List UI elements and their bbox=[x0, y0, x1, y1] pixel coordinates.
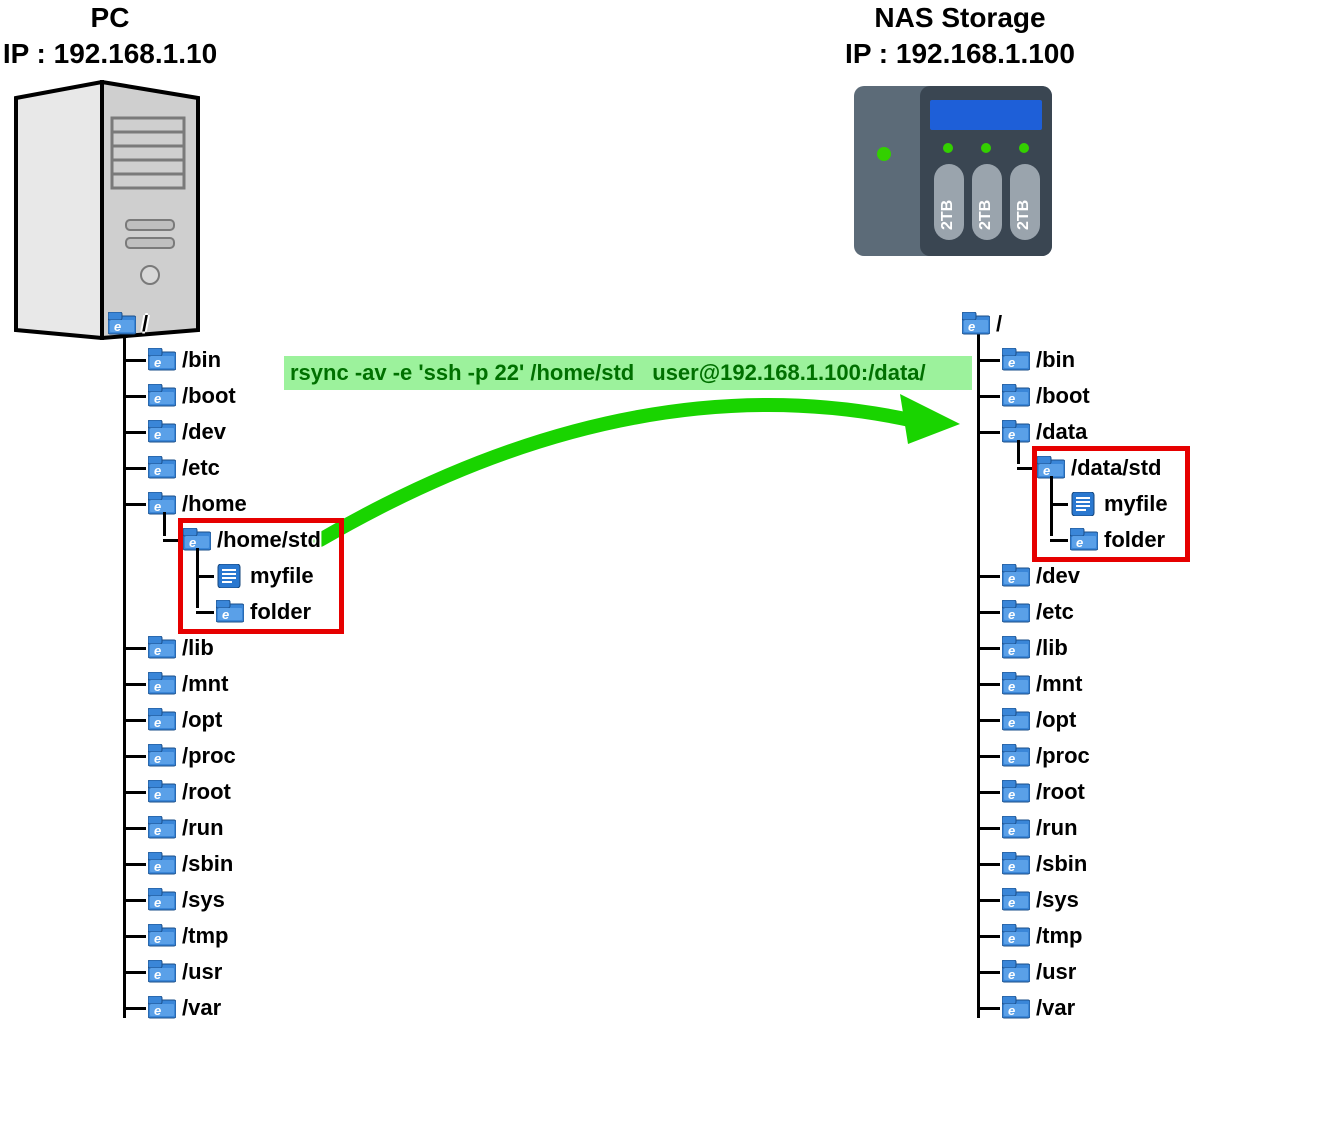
folder-icon bbox=[148, 456, 176, 480]
tree-dir: /tmp bbox=[108, 918, 321, 954]
folder-icon bbox=[1002, 420, 1030, 444]
folder-icon bbox=[1002, 672, 1030, 696]
folder-icon bbox=[148, 384, 176, 408]
folder-icon bbox=[148, 348, 176, 372]
folder-icon bbox=[148, 816, 176, 840]
tree-dir: /opt bbox=[108, 702, 321, 738]
tree-root: / bbox=[962, 306, 1168, 342]
folder-icon bbox=[216, 600, 244, 624]
folder-icon bbox=[1002, 816, 1030, 840]
nas-filesystem-tree: / /bin /boot /data /data/std myfile fold… bbox=[962, 306, 1168, 1026]
tree-dir: /usr bbox=[962, 954, 1168, 990]
tree-dir: /mnt bbox=[962, 666, 1168, 702]
pc-header: PC IP : 192.168.1.10 bbox=[0, 0, 220, 73]
svg-text:2TB: 2TB bbox=[977, 200, 994, 230]
svg-text:2TB: 2TB bbox=[939, 200, 956, 230]
tree-dir: /var bbox=[962, 990, 1168, 1026]
tree-dir: /sys bbox=[108, 882, 321, 918]
folder-icon bbox=[1002, 780, 1030, 804]
tree-dir: /boot bbox=[108, 378, 321, 414]
tree-dir: /boot bbox=[962, 378, 1168, 414]
folder-icon bbox=[1002, 348, 1030, 372]
tree-dir: /opt bbox=[962, 702, 1168, 738]
nas-drive-2: 2TB bbox=[1010, 164, 1040, 240]
tree-dir-home: /home bbox=[108, 486, 321, 522]
folder-icon bbox=[1002, 924, 1030, 948]
tree-dir: /etc bbox=[108, 450, 321, 486]
tree-dir: /var bbox=[108, 990, 321, 1026]
folder-icon bbox=[1002, 960, 1030, 984]
tree-dir: /proc bbox=[108, 738, 321, 774]
folder-icon bbox=[148, 744, 176, 768]
folder-icon bbox=[148, 420, 176, 444]
svg-text:2TB: 2TB bbox=[1015, 200, 1032, 230]
tree-dir-data: /data bbox=[962, 414, 1168, 450]
tree-dir: /usr bbox=[108, 954, 321, 990]
tree-file-myfile: myfile bbox=[108, 558, 321, 594]
pc-title: PC bbox=[0, 0, 220, 36]
tree-dir: /proc bbox=[962, 738, 1168, 774]
nas-header: NAS Storage IP : 192.168.1.100 bbox=[830, 0, 1090, 73]
folder-icon bbox=[1002, 564, 1030, 588]
tree-dir: /tmp bbox=[962, 918, 1168, 954]
folder-icon bbox=[148, 924, 176, 948]
folder-icon bbox=[148, 492, 176, 516]
nas-device-icon: 2TB 2TB 2TB bbox=[854, 86, 1052, 256]
tree-dir: /mnt bbox=[108, 666, 321, 702]
tree-file-myfile: myfile bbox=[962, 486, 1168, 522]
folder-icon bbox=[1002, 636, 1030, 660]
folder-icon bbox=[962, 312, 990, 336]
folder-icon bbox=[1002, 996, 1030, 1020]
tree-dir: /bin bbox=[962, 342, 1168, 378]
tree-dir: /bin bbox=[108, 342, 321, 378]
tree-dir: /sbin bbox=[962, 846, 1168, 882]
folder-icon bbox=[148, 708, 176, 732]
folder-icon bbox=[1002, 852, 1030, 876]
folder-icon bbox=[1002, 384, 1030, 408]
file-icon bbox=[1070, 492, 1098, 516]
tree-dir-folder: folder bbox=[962, 522, 1168, 558]
folder-icon bbox=[148, 888, 176, 912]
file-icon bbox=[216, 564, 244, 588]
folder-icon bbox=[148, 996, 176, 1020]
rsync-command-src: rsync -av -e 'ssh -p 22' /home/std bbox=[290, 360, 634, 386]
folder-icon bbox=[148, 960, 176, 984]
tree-dir: /run bbox=[108, 810, 321, 846]
pc-ip: IP : 192.168.1.10 bbox=[0, 36, 220, 72]
tree-dir-home-std: /home/std bbox=[108, 522, 321, 558]
pc-tower-icon bbox=[12, 80, 202, 340]
pc-filesystem-tree: / /bin /boot /dev /etc /home /home/std m… bbox=[108, 306, 321, 1026]
tree-dir-folder: folder bbox=[108, 594, 321, 630]
folder-icon bbox=[1002, 744, 1030, 768]
folder-icon bbox=[1070, 528, 1098, 552]
tree-root: / bbox=[108, 306, 321, 342]
tree-dir-data-std: /data/std bbox=[962, 450, 1168, 486]
folder-icon bbox=[148, 780, 176, 804]
tree-dir: /dev bbox=[962, 558, 1168, 594]
folder-icon bbox=[108, 312, 136, 336]
nas-ip: IP : 192.168.1.100 bbox=[830, 36, 1090, 72]
tree-dir: /sbin bbox=[108, 846, 321, 882]
tree-dir: /lib bbox=[962, 630, 1168, 666]
rsync-command-dest: user@192.168.1.100:/data/ bbox=[652, 360, 925, 386]
tree-dir: /root bbox=[108, 774, 321, 810]
tree-dir: /sys bbox=[962, 882, 1168, 918]
tree-dir: /dev bbox=[108, 414, 321, 450]
folder-icon bbox=[1002, 888, 1030, 912]
tree-dir: /run bbox=[962, 810, 1168, 846]
folder-icon bbox=[1002, 600, 1030, 624]
tree-dir: /lib bbox=[108, 630, 321, 666]
folder-icon bbox=[1002, 708, 1030, 732]
nas-title: NAS Storage bbox=[830, 0, 1090, 36]
folder-icon bbox=[148, 852, 176, 876]
folder-icon bbox=[148, 672, 176, 696]
nas-drive-1: 2TB bbox=[972, 164, 1002, 240]
folder-icon bbox=[148, 636, 176, 660]
rsync-command: rsync -av -e 'ssh -p 22' /home/std user@… bbox=[284, 356, 972, 390]
tree-dir: /root bbox=[962, 774, 1168, 810]
tree-dir: /etc bbox=[962, 594, 1168, 630]
transfer-arrow-icon bbox=[300, 390, 960, 560]
nas-drive-0: 2TB bbox=[934, 164, 964, 240]
